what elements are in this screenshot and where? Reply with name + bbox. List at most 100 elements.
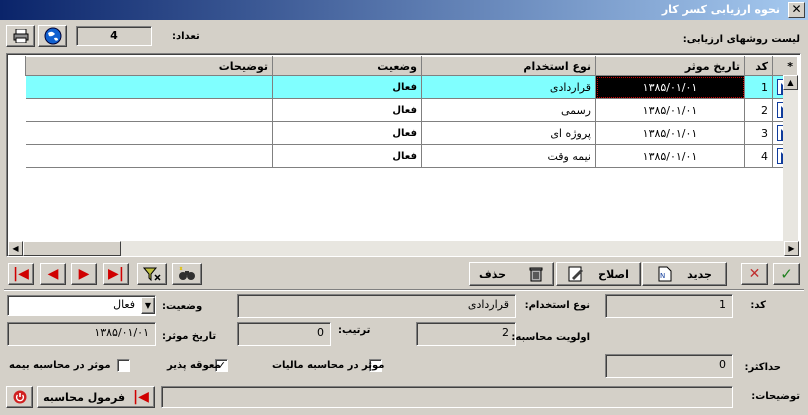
col-header-marker[interactable]: * — [772, 56, 798, 76]
cell-type: رسمی — [421, 98, 596, 122]
binoculars-icon — [179, 266, 195, 280]
notes-field[interactable] — [161, 386, 733, 408]
cell-notes — [25, 75, 273, 99]
order-field[interactable]: 0 — [237, 322, 331, 346]
formula-arrow-icon: |◀ — [133, 389, 149, 405]
horizontal-scrollbar[interactable]: ◀ ▶ — [8, 241, 799, 256]
edit-label: اصلاح — [598, 267, 629, 281]
cell-type: پروژه ای — [421, 121, 596, 145]
code-field[interactable]: 1 — [605, 294, 733, 318]
offset-label: معوقه پذیر — [167, 360, 221, 371]
col-header-code[interactable]: کد — [744, 56, 773, 76]
cell-notes — [25, 121, 273, 145]
table-row[interactable]: 4 ۱۳۸۵/۰۱/۰۱ نیمه وقت فعال — [25, 144, 798, 168]
scroll-up-icon[interactable]: ▲ — [783, 75, 798, 90]
scroll-left-icon[interactable]: ◀ — [8, 241, 23, 256]
notes-label: توضیحات: — [751, 391, 800, 402]
delete-button[interactable]: حذف — [469, 262, 554, 286]
next-record-icon: ▶ — [78, 266, 90, 282]
checkmark-icon: ✓ — [780, 265, 793, 283]
globe-icon — [44, 27, 61, 45]
power-button[interactable] — [6, 386, 33, 408]
cell-date[interactable]: ۱۳۸۵/۰۱/۰۱ — [595, 75, 745, 99]
cell-date: ۱۳۸۵/۰۱/۰۱ — [595, 121, 745, 145]
cell-status: فعال — [272, 75, 422, 99]
globe-button[interactable] — [38, 25, 67, 47]
employment-type-field[interactable]: قراردادی — [237, 294, 516, 318]
table-row[interactable]: 1 ۱۳۸۵/۰۱/۰۱ قراردادی فعال — [25, 75, 798, 99]
chevron-down-icon[interactable]: ▼ — [141, 297, 155, 314]
insurance-label: موثر در محاسبه بیمه — [9, 360, 111, 371]
cell-type: نیمه وقت — [421, 144, 596, 168]
previous-record-button[interactable]: ◀ — [40, 263, 66, 285]
col-header-status[interactable]: وضعیت — [272, 56, 422, 76]
max-field[interactable]: 0 — [605, 354, 733, 378]
cancel-icon: ✕ — [748, 266, 761, 282]
data-grid[interactable]: * کد تاریخ موثر نوع استخدام وضعیت توضیحا… — [6, 53, 801, 257]
delete-label: حذف — [478, 267, 507, 281]
max-label: حداکثر: — [744, 362, 781, 373]
cell-status: فعال — [272, 144, 422, 168]
count-label: تعداد: — [172, 31, 200, 42]
insurance-checkbox[interactable] — [117, 359, 130, 372]
cell-date: ۱۳۸۵/۰۱/۰۱ — [595, 98, 745, 122]
power-icon — [13, 390, 26, 404]
col-header-date[interactable]: تاریخ موثر — [595, 56, 745, 76]
edit-icon — [568, 266, 584, 282]
list-label: لیست روشهای ارزیابی: — [682, 34, 800, 45]
priority-label: اولویت محاسبه: — [511, 332, 590, 343]
grid-table: * کد تاریخ موثر نوع استخدام وضعیت توضیحا… — [25, 56, 798, 168]
formula-button[interactable]: فرمول محاسبه |◀ — [37, 386, 155, 408]
count-value: 4 — [76, 26, 152, 46]
cell-type: قراردادی — [421, 75, 596, 99]
last-record-icon: ▶| — [108, 266, 124, 282]
search-button[interactable] — [172, 263, 202, 285]
last-record-button[interactable]: ▶| — [103, 263, 129, 285]
cancel-button[interactable]: ✕ — [741, 263, 768, 285]
cell-code: 1 — [744, 75, 773, 99]
previous-record-icon: ◀ — [47, 266, 59, 282]
cell-status: فعال — [272, 121, 422, 145]
cell-status: فعال — [272, 98, 422, 122]
cell-code: 2 — [744, 98, 773, 122]
divider — [4, 289, 804, 291]
tax-label: موثر در محاسبه مالیات — [272, 360, 385, 371]
cell-code: 4 — [744, 144, 773, 168]
window-title: نحوه ارزیابی کسر کار — [661, 3, 780, 16]
formula-label: فرمول محاسبه — [43, 390, 126, 404]
filter-icon — [143, 267, 161, 282]
trash-icon — [529, 267, 543, 282]
employment-type-label: نوع استخدام: — [524, 300, 590, 311]
vertical-scrollbar[interactable]: ▲ ▼ — [783, 75, 798, 256]
scroll-right-icon[interactable]: ▶ — [784, 241, 799, 256]
status-select-value: فعال — [113, 298, 135, 311]
new-label: جدید — [687, 267, 712, 281]
effective-date-label: تاریخ موثر: — [162, 331, 217, 342]
col-header-type[interactable]: نوع استخدام — [421, 56, 596, 76]
table-row[interactable]: 2 ۱۳۸۵/۰۱/۰۱ رسمی فعال — [25, 98, 798, 122]
first-record-button[interactable]: |◀ — [8, 263, 34, 285]
priority-field[interactable]: 2 — [416, 322, 516, 346]
status-label: وضعیت: — [162, 301, 203, 312]
order-label: ترتیب: — [338, 325, 371, 336]
status-select[interactable]: فعال — [7, 295, 156, 316]
print-button[interactable] — [6, 25, 35, 47]
col-header-notes[interactable]: توضیحات — [25, 56, 273, 76]
close-button[interactable]: ✕ — [788, 2, 805, 18]
confirm-button[interactable]: ✓ — [773, 263, 800, 285]
filter-button[interactable] — [137, 263, 167, 285]
cell-notes — [25, 144, 273, 168]
scroll-thumb[interactable] — [23, 241, 121, 256]
edit-button[interactable]: اصلاح — [556, 262, 641, 286]
first-record-icon: |◀ — [13, 266, 29, 282]
new-document-icon: N — [658, 266, 672, 282]
table-row[interactable]: 3 ۱۳۸۵/۰۱/۰۱ پروژه ای فعال — [25, 121, 798, 145]
svg-text:N: N — [660, 272, 665, 280]
new-button[interactable]: N جدید — [642, 262, 727, 286]
cell-code: 3 — [744, 121, 773, 145]
next-record-button[interactable]: ▶ — [71, 263, 97, 285]
cell-notes — [25, 98, 273, 122]
effective-date-field[interactable]: ۱۳۸۵/۰۱/۰۱ — [7, 322, 156, 346]
cell-date: ۱۳۸۵/۰۱/۰۱ — [595, 144, 745, 168]
printer-icon — [13, 29, 28, 43]
